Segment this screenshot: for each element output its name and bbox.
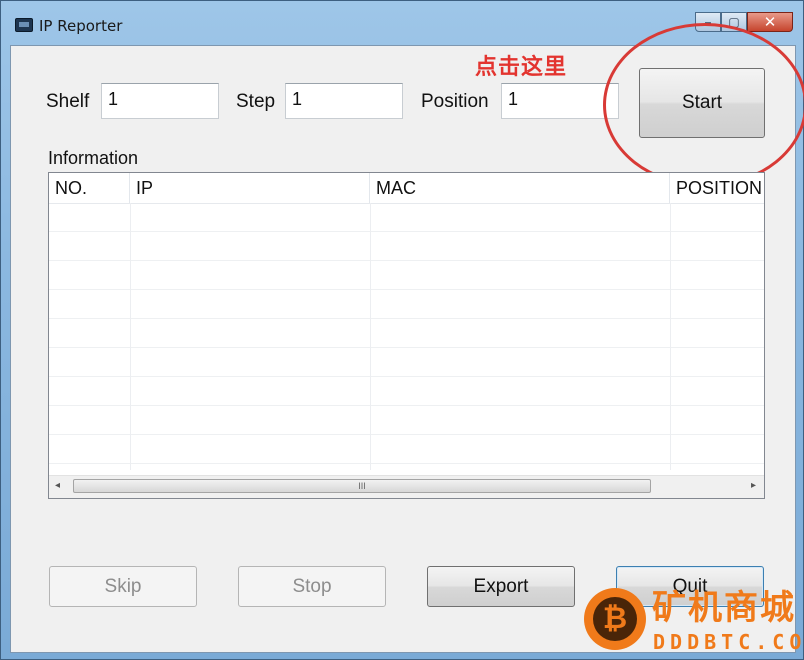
client-area: Shelf 1 Step 1 Position 1 点击这里 Start Inf… — [10, 23, 804, 653]
step-label: Step — [236, 91, 276, 112]
column-header-mac[interactable]: MAC — [370, 173, 670, 203]
list-row — [49, 348, 764, 377]
shelf-input[interactable]: 1 — [101, 83, 219, 119]
information-list: NO. IP MAC POSITION ◂ III ▸ — [48, 172, 765, 499]
position-input[interactable]: 1 — [501, 83, 619, 119]
close-icon: ✕ — [763, 14, 777, 31]
shelf-label: Shelf — [46, 91, 90, 112]
watermark-brand: 矿机商城 — [652, 588, 796, 628]
column-header-ip[interactable]: IP — [130, 173, 370, 203]
app-window: IP Reporter – ▢ ✕ Shelf 1 Step 1 Positio… — [0, 0, 804, 660]
start-button[interactable]: Start — [639, 68, 765, 138]
skip-button[interactable]: Skip — [49, 566, 197, 607]
list-row — [49, 377, 764, 406]
bitcoin-icon: ₿ — [593, 597, 637, 641]
position-label: Position — [421, 91, 489, 112]
column-divider — [130, 203, 131, 470]
list-row — [49, 406, 764, 435]
list-row — [49, 435, 764, 464]
close-button[interactable]: ✕ — [747, 12, 793, 32]
click-here-annotation: 点击这里 — [475, 55, 568, 80]
watermark-domain: DDDBTC.COM — [653, 630, 804, 654]
list-row — [49, 203, 764, 232]
column-header-no[interactable]: NO. — [49, 173, 130, 203]
list-row — [49, 319, 764, 348]
list-row — [49, 290, 764, 319]
information-label: Information — [48, 148, 139, 168]
list-header: NO. IP MAC POSITION — [49, 173, 764, 204]
column-divider — [670, 203, 671, 470]
list-row — [49, 261, 764, 290]
scroll-left-icon[interactable]: ◂ — [55, 480, 60, 491]
horizontal-scrollbar[interactable]: ◂ III ▸ — [49, 475, 764, 498]
stop-button[interactable]: Stop — [238, 566, 386, 607]
scrollbar-thumb[interactable]: III — [73, 479, 651, 493]
app-icon — [15, 18, 33, 32]
column-header-position[interactable]: POSITION — [670, 173, 764, 203]
step-input[interactable]: 1 — [285, 83, 403, 119]
list-row — [49, 232, 764, 261]
scroll-right-icon[interactable]: ▸ — [751, 480, 756, 491]
window-title: IP Reporter — [39, 17, 123, 35]
export-button[interactable]: Export — [427, 566, 575, 607]
watermark-logo-icon: ₿ — [584, 588, 646, 650]
column-divider — [370, 203, 371, 470]
